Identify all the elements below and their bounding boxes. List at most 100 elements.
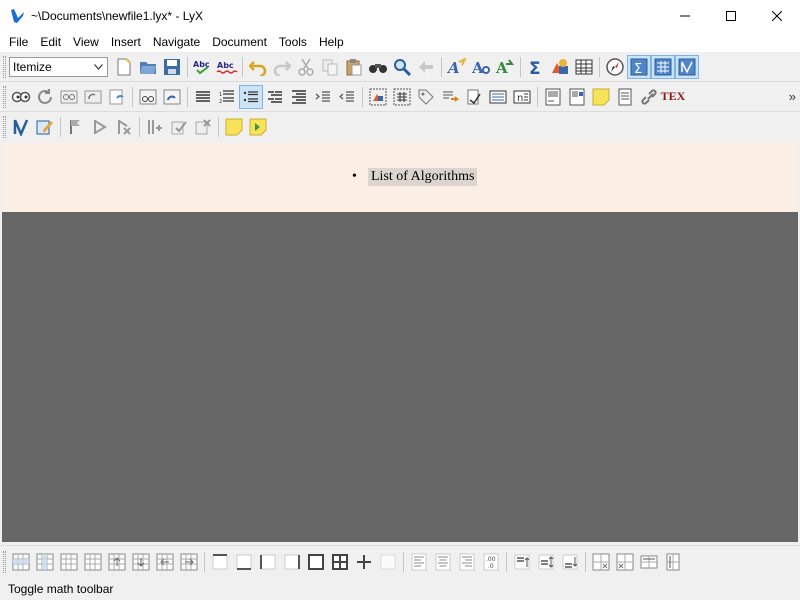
insert-comment-button[interactable] (222, 115, 246, 139)
new-document-button[interactable] (112, 55, 136, 79)
menu-view[interactable]: View (67, 32, 105, 52)
review-reject-all-button[interactable] (191, 115, 215, 139)
align-standard-button[interactable] (191, 85, 215, 109)
menu-file[interactable]: File (3, 32, 34, 52)
table-move-column-right-button[interactable] (177, 550, 201, 574)
description-list-button[interactable] (263, 85, 287, 109)
view-other-button[interactable] (136, 85, 160, 109)
valign-bottom-button[interactable] (558, 550, 582, 574)
align-center-button[interactable] (431, 550, 455, 574)
menu-insert[interactable]: Insert (105, 32, 147, 52)
menu-tools[interactable]: Tools (273, 32, 313, 52)
spellcheck-continuous-button[interactable]: Abc (215, 55, 239, 79)
table-delete-column-button[interactable] (81, 550, 105, 574)
toggle-math-toolbar-button[interactable]: Σ (627, 54, 651, 79)
table-delete-row-button[interactable] (57, 550, 81, 574)
align-left-button[interactable] (407, 550, 431, 574)
review-track-changes-button[interactable] (9, 115, 33, 139)
minimize-button[interactable] (662, 0, 708, 32)
border-inner-button[interactable] (352, 550, 376, 574)
toolbar-grip[interactable] (3, 55, 6, 78)
insert-url-button[interactable] (637, 85, 661, 109)
border-none-button[interactable] (376, 550, 400, 574)
update-pdf-button[interactable] (33, 85, 57, 109)
insert-citation-button[interactable] (462, 85, 486, 109)
table-move-row-down-button[interactable] (129, 550, 153, 574)
table-move-column-left-button[interactable] (153, 550, 177, 574)
paragraph-layout-select[interactable]: Itemize (9, 56, 108, 77)
find-button[interactable] (390, 55, 414, 79)
table-set-height-button[interactable] (661, 550, 685, 574)
table-add-row-button[interactable] (9, 550, 33, 574)
review-merge-button[interactable] (143, 115, 167, 139)
list-outdent-button[interactable] (335, 85, 359, 109)
insert-label-button[interactable] (414, 85, 438, 109)
maximize-button[interactable] (708, 0, 754, 32)
review-next-change-button[interactable] (64, 115, 88, 139)
valign-top-button[interactable] (510, 550, 534, 574)
review-accept-button[interactable] (88, 115, 112, 139)
document-editor[interactable]: • List of Algorithms (2, 143, 798, 212)
border-right-button[interactable] (280, 550, 304, 574)
table-multirow-button[interactable] (613, 550, 637, 574)
border-left-button[interactable] (256, 550, 280, 574)
align-right-button[interactable] (455, 550, 479, 574)
view-source-button[interactable] (603, 55, 627, 79)
list-of-algorithms-inset[interactable]: List of Algorithms (368, 168, 478, 186)
review-reject-button[interactable] (112, 115, 136, 139)
view-master-button[interactable] (57, 85, 81, 109)
update-other-button[interactable] (160, 85, 184, 109)
enumerate-list-button[interactable]: 12 (215, 85, 239, 109)
copy-button[interactable] (318, 55, 342, 79)
table-add-column-button[interactable] (33, 550, 57, 574)
border-bottom-button[interactable] (232, 550, 256, 574)
toolbar-grip[interactable] (3, 550, 6, 573)
list-increase-depth-button[interactable] (311, 85, 335, 109)
insert-margin-note-button[interactable] (565, 85, 589, 109)
list-item[interactable]: • List of Algorithms (352, 168, 478, 186)
align-decimal-button[interactable]: .00.0 (479, 550, 503, 574)
insert-footnote-button[interactable] (541, 85, 565, 109)
insert-graphics-button[interactable] (548, 55, 572, 79)
review-edit-button[interactable] (33, 115, 57, 139)
cut-button[interactable] (294, 55, 318, 79)
toolbar-overflow-button[interactable]: » (789, 89, 796, 104)
table-move-row-up-button[interactable] (105, 550, 129, 574)
open-document-button[interactable] (136, 55, 160, 79)
itemize-list-button[interactable] (239, 84, 263, 109)
border-all-button[interactable] (328, 550, 352, 574)
toolbar-grip[interactable] (3, 116, 6, 138)
insert-index-button[interactable] (486, 85, 510, 109)
insert-nomenclature-button[interactable]: n (510, 85, 534, 109)
paste-button[interactable] (342, 55, 366, 79)
math-panel-button[interactable]: Σ (524, 55, 548, 79)
menu-edit[interactable]: Edit (34, 32, 67, 52)
review-accept-all-button[interactable] (167, 115, 191, 139)
update-master-button[interactable] (81, 85, 105, 109)
find-replace-button[interactable] (366, 55, 390, 79)
toggle-review-toolbar-button[interactable] (675, 54, 699, 79)
insert-table-float-button[interactable] (390, 85, 414, 109)
undo-button[interactable] (246, 55, 270, 79)
toggle-table-toolbar-button[interactable] (651, 54, 675, 79)
insert-figure-button[interactable] (366, 85, 390, 109)
back-button[interactable] (414, 55, 438, 79)
close-button[interactable] (754, 0, 800, 32)
valign-middle-button[interactable] (534, 550, 558, 574)
text-style-button[interactable]: A (445, 55, 469, 79)
next-comment-button[interactable] (246, 115, 270, 139)
toolbar-grip[interactable] (3, 85, 6, 108)
math-mode-button[interactable]: A (493, 55, 517, 79)
spellcheck-button[interactable]: Abc (191, 55, 215, 79)
border-top-button[interactable] (208, 550, 232, 574)
character-style-button[interactable]: A (469, 55, 493, 79)
table-multicolumn-button[interactable] (589, 550, 613, 574)
insert-note-button[interactable] (589, 85, 613, 109)
menu-help[interactable]: Help (313, 32, 350, 52)
rebuild-button[interactable] (105, 85, 129, 109)
menu-navigate[interactable]: Navigate (147, 32, 206, 52)
insert-table-button[interactable] (572, 55, 596, 79)
insert-tex-code-button[interactable]: TEX (661, 85, 686, 109)
redo-button[interactable] (270, 55, 294, 79)
table-set-width-button[interactable] (637, 550, 661, 574)
